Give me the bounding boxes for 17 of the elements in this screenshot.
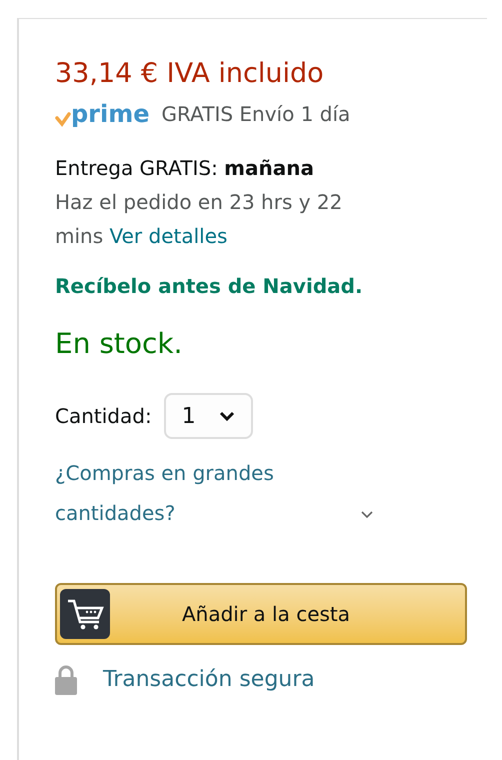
price: 33,14 € IVA incluido xyxy=(55,57,325,91)
cart-icon xyxy=(60,589,110,639)
add-to-cart-button[interactable]: Añadir a la cesta xyxy=(55,583,467,645)
quantity-label: Cantidad: xyxy=(55,403,152,430)
details-link[interactable]: Ver detalles xyxy=(110,224,228,248)
lock-icon xyxy=(55,664,77,694)
delivery-info: Entrega GRATIS: mañana xyxy=(55,155,315,182)
prime-logo: prime xyxy=(55,101,150,127)
chevron-down-icon xyxy=(218,411,235,421)
shipping-info: GRATIS Envío 1 día xyxy=(162,101,350,128)
quantity-select[interactable]: 1 xyxy=(164,393,253,439)
christmas-note: Recíbelo antes de Navidad. xyxy=(55,273,364,300)
chevron-down-icon xyxy=(361,511,373,519)
bulk-purchase-link[interactable]: ¿Compras en grandes cantidades? xyxy=(55,453,345,533)
order-countdown: Haz el pedido en 23 hrs y 22 mins Ver detalles xyxy=(55,189,344,250)
secure-transaction-link[interactable]: Transacción segura xyxy=(103,663,315,696)
stock-status: En stock. xyxy=(55,326,184,362)
